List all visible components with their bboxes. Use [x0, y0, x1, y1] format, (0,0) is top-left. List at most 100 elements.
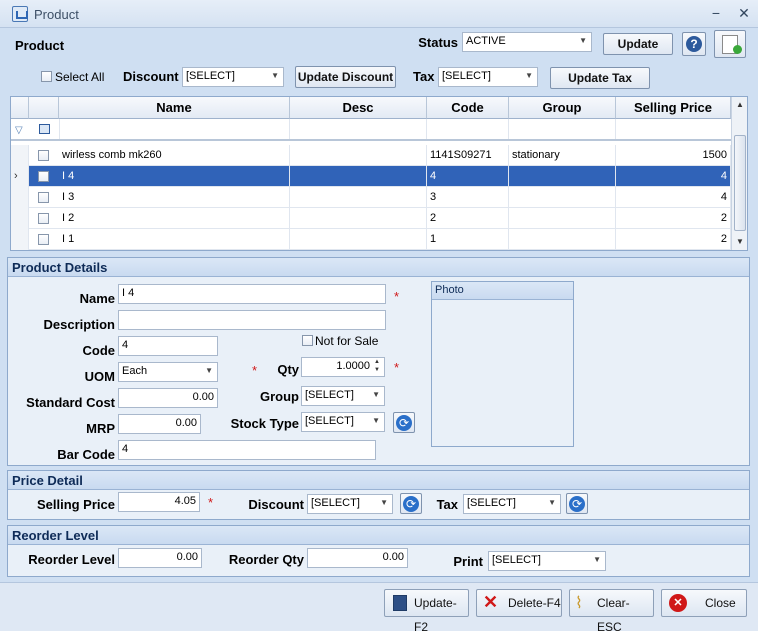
filter-name-input[interactable]: [59, 119, 290, 139]
toolbar-discount-select[interactable]: [SELECT] ▼: [182, 67, 284, 87]
cell-name: I 3: [59, 187, 290, 208]
update-f2-button[interactable]: Update-F2: [384, 589, 469, 631]
print-select[interactable]: [SELECT] ▼: [488, 551, 606, 571]
filter-code-input[interactable]: [427, 119, 509, 139]
filter-desc-input[interactable]: [290, 119, 427, 139]
cell-code: 1: [427, 229, 509, 250]
update-tax-button[interactable]: Update Tax: [550, 67, 650, 89]
mrp-input[interactable]: 0.00: [118, 414, 201, 434]
price-tax-label: Tax: [436, 497, 458, 512]
window-title: Product: [34, 7, 79, 22]
not-for-sale-label: Not for Sale: [315, 334, 379, 348]
toolbar-tax-select[interactable]: [SELECT] ▼: [438, 67, 538, 87]
cell-code: 1141S09271: [427, 145, 509, 166]
product-grid: Name Desc Code Group Selling Price ▽ wir…: [10, 96, 748, 251]
export-button[interactable]: [714, 30, 746, 58]
column-header-selling-price[interactable]: Selling Price: [616, 97, 731, 119]
cell-name: I 4: [59, 166, 290, 187]
status-select[interactable]: ACTIVE ▼: [462, 32, 592, 52]
price-tax-value: [SELECT]: [467, 497, 516, 509]
cell-desc: [290, 229, 427, 250]
photo-box[interactable]: Photo: [431, 281, 574, 447]
clear-esc-label: Clear-ESC: [597, 596, 630, 631]
price-detail-heading: Price Detail: [8, 471, 749, 490]
delete-f4-button[interactable]: ✕ Delete-F4: [476, 589, 562, 617]
refresh-discount-icon[interactable]: [400, 493, 422, 514]
scroll-thumb[interactable]: [734, 135, 746, 231]
not-for-sale-checkbox[interactable]: [302, 335, 313, 346]
scroll-down-icon[interactable]: ▼: [736, 237, 744, 246]
chevron-down-icon: ▼: [372, 416, 380, 425]
description-label: Description: [43, 317, 115, 332]
clear-esc-button[interactable]: ⌇ Clear-ESC: [569, 589, 654, 631]
refresh-tax-icon[interactable]: [566, 493, 588, 514]
update-status-button[interactable]: Update: [603, 33, 673, 55]
qty-label: Qty: [277, 362, 299, 377]
cell-desc: [290, 208, 427, 229]
update-f2-label: Update-F2: [414, 596, 457, 631]
cell-desc: [290, 145, 427, 166]
description-input[interactable]: [118, 310, 386, 330]
table-row[interactable]: wirless comb mk260 1141S09271 stationary…: [11, 145, 731, 166]
select-all-checkbox[interactable]: [41, 71, 52, 82]
cell-group: [509, 208, 616, 229]
row-checkbox[interactable]: [38, 150, 49, 161]
help-button[interactable]: ?: [682, 32, 706, 56]
row-indicator: [11, 208, 29, 229]
filter-icon[interactable]: ▽: [15, 125, 23, 136]
qty-stepper-icon[interactable]: ▲ ▼: [374, 358, 380, 374]
table-row-selected[interactable]: › I 4 4 4: [11, 166, 731, 187]
standard-cost-label: Standard Cost: [26, 395, 115, 410]
filter-group-input[interactable]: [509, 119, 616, 139]
row-indicator: [11, 145, 29, 166]
column-header-desc[interactable]: Desc: [290, 97, 427, 119]
toolbar-tax-value: [SELECT]: [442, 70, 491, 82]
update-discount-button[interactable]: Update Discount: [295, 66, 396, 88]
table-row[interactable]: I 3 3 4: [11, 187, 731, 208]
row-checkbox[interactable]: [38, 213, 49, 224]
price-discount-select[interactable]: [SELECT] ▼: [307, 494, 393, 514]
uom-select[interactable]: Each ▼: [118, 362, 218, 382]
table-row[interactable]: I 1 1 2: [11, 229, 731, 250]
reorder-qty-input[interactable]: 0.00: [307, 548, 408, 568]
cell-code: 2: [427, 208, 509, 229]
reorder-level-input[interactable]: 0.00: [118, 548, 202, 568]
row-indicator-arrow-icon: ›: [11, 166, 29, 187]
refresh-stock-type-icon[interactable]: [393, 412, 415, 433]
required-marker: *: [394, 360, 400, 375]
row-checkbox[interactable]: [38, 234, 49, 245]
cell-price: 2: [616, 208, 731, 229]
scroll-up-icon[interactable]: ▲: [736, 100, 744, 109]
price-tax-select[interactable]: [SELECT] ▼: [463, 494, 561, 514]
delete-x-icon: ✕: [483, 592, 499, 612]
minimize-icon[interactable]: −: [708, 5, 724, 21]
column-header-group[interactable]: Group: [509, 97, 616, 119]
qty-input[interactable]: 1.0000: [301, 357, 385, 377]
chevron-down-icon: ▼: [525, 71, 533, 80]
selling-price-input[interactable]: 4.05: [118, 492, 200, 512]
table-row[interactable]: I 2 2 2: [11, 208, 731, 229]
row-checkbox[interactable]: [38, 192, 49, 203]
row-checkbox[interactable]: [38, 171, 49, 182]
close-button[interactable]: ✕ Close: [661, 589, 747, 617]
bar-code-input[interactable]: 4: [118, 440, 376, 460]
help-icon: ?: [686, 36, 702, 52]
column-header-code[interactable]: Code: [427, 97, 509, 119]
group-select[interactable]: [SELECT] ▼: [301, 386, 385, 406]
select-all-label: Select All: [55, 70, 105, 84]
print-label: Print: [453, 554, 483, 569]
filter-toggle-icon[interactable]: [39, 124, 50, 134]
name-input[interactable]: I 4: [118, 284, 386, 304]
discount-label: Discount: [123, 69, 179, 84]
filter-price-input[interactable]: [616, 119, 731, 139]
cell-group: stationary: [509, 145, 616, 166]
column-header-name[interactable]: Name: [59, 97, 290, 119]
selling-price-label: Selling Price: [36, 497, 115, 512]
title-bar: [0, 0, 758, 28]
code-input[interactable]: 4: [118, 336, 218, 356]
filter-row: ▽: [11, 119, 731, 141]
standard-cost-input[interactable]: 0.00: [118, 388, 218, 408]
grid-scrollbar[interactable]: ▲ ▼: [731, 97, 747, 250]
close-window-icon[interactable]: ✕: [736, 5, 752, 21]
stock-type-select[interactable]: [SELECT] ▼: [301, 412, 385, 432]
